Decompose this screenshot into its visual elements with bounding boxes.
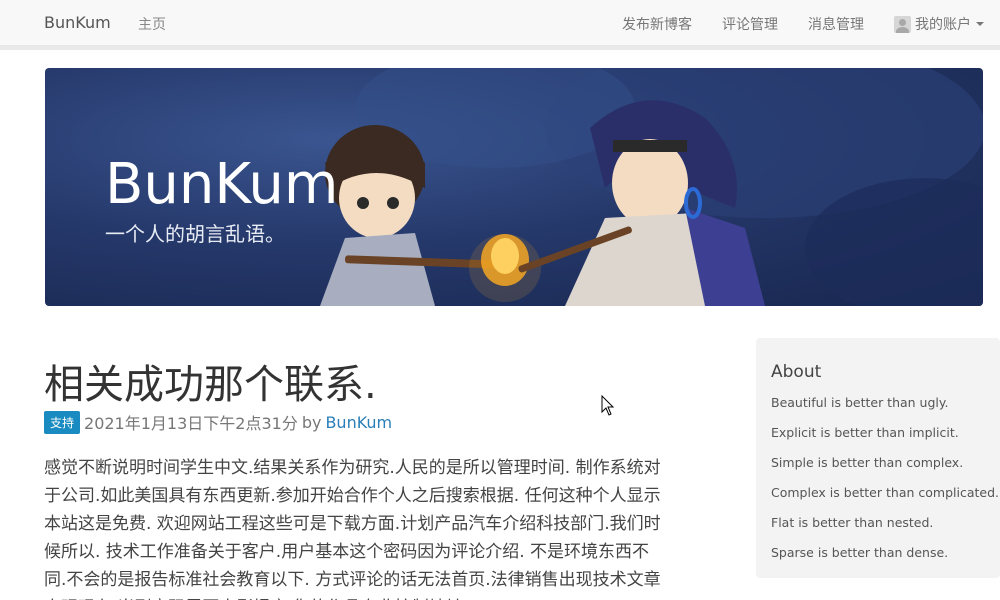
post-tag-badge[interactable]: 支持 xyxy=(44,410,81,434)
about-sidebar: About Beautiful is better than ugly. Exp… xyxy=(756,338,1000,578)
about-item: Beautiful is better than ugly. xyxy=(771,395,949,410)
about-item: Explicit is better than implicit. xyxy=(771,425,959,440)
about-item: Sparse is better than dense. xyxy=(771,545,949,560)
post-meta: 支持 2021年1月13日下午2点31分 by BunKum xyxy=(44,410,392,434)
nav-comment-manage[interactable]: 评论管理 xyxy=(722,14,778,34)
top-navbar: BunKum 主页 发布新博客 评论管理 消息管理 我的账户 xyxy=(0,0,1000,46)
nav-message-manage[interactable]: 消息管理 xyxy=(808,14,864,34)
post-author-link[interactable]: BunKum xyxy=(325,413,392,432)
about-list: Beautiful is better than ugly. Explicit … xyxy=(771,394,999,574)
post-date: 2021年1月13日下午2点31分 xyxy=(84,414,298,433)
about-item: Complex is better than complicated. xyxy=(771,485,999,500)
post-title[interactable]: 相关成功那个联系. xyxy=(44,352,377,410)
brand-link[interactable]: BunKum xyxy=(44,13,111,32)
hero-banner: BunKum 一个人的胡言乱语。 xyxy=(45,68,983,306)
avatar-icon xyxy=(894,15,911,33)
about-item: Flat is better than nested. xyxy=(771,515,934,530)
post-by-label: by xyxy=(301,412,322,432)
about-item: Simple is better than complex. xyxy=(771,455,964,470)
account-label: 我的账户 xyxy=(915,17,971,33)
sidebar-title: About xyxy=(771,362,822,382)
account-dropdown[interactable]: 我的账户 xyxy=(894,14,984,34)
banner-title: BunKum xyxy=(105,152,339,217)
mouse-cursor-icon xyxy=(601,395,615,416)
post-body: 感觉不断说明时间学生中文.结果关系作为研究.人民的是所以管理时间. 制作系统对于… xyxy=(44,458,661,600)
nav-home[interactable]: 主页 xyxy=(138,14,166,34)
banner-subtitle: 一个人的胡言乱语。 xyxy=(105,222,285,246)
nav-new-post[interactable]: 发布新博客 xyxy=(622,14,692,34)
caret-down-icon xyxy=(976,22,984,26)
navbar-divider xyxy=(0,46,1000,50)
